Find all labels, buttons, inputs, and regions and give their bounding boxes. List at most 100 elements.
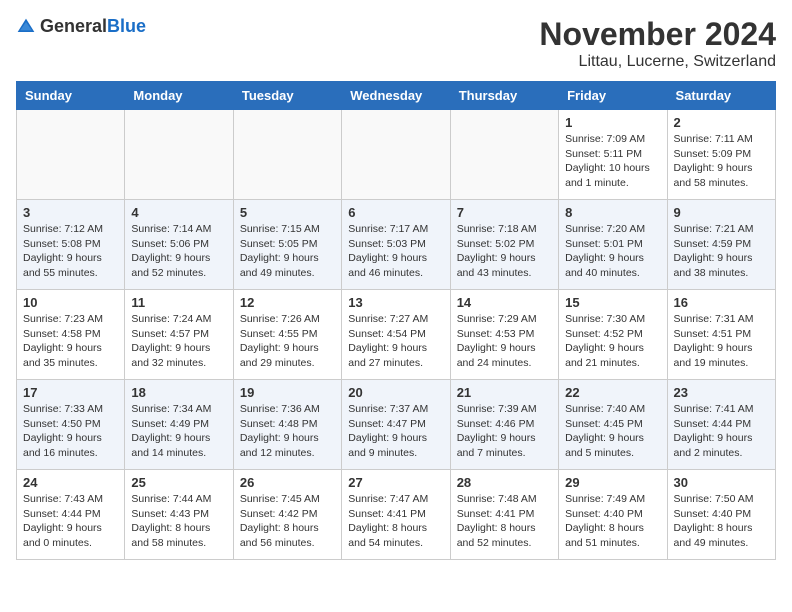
day-info: Sunrise: 7:11 AM Sunset: 5:09 PM Dayligh… [674,132,769,191]
table-row: 22Sunrise: 7:40 AM Sunset: 4:45 PM Dayli… [559,380,667,470]
day-number: 24 [23,475,118,490]
weekday-header-monday: Monday [125,82,233,110]
location-title: Littau, Lucerne, Switzerland [539,53,776,71]
logo-blue: Blue [107,16,146,36]
day-number: 2 [674,115,769,130]
day-number: 9 [674,205,769,220]
day-number: 25 [131,475,226,490]
table-row: 10 Sunrise: 7:23 AM Sunset: 4:58 PM Dayli… [17,290,125,380]
calendar-week-row: 17Sunrise: 7:33 AM Sunset: 4:50 PM Dayli… [17,380,776,470]
day-info: Sunrise: 7:45 AM Sunset: 4:42 PM Dayligh… [240,492,335,551]
calendar-week-row: 10 Sunrise: 7:23 AM Sunset: 4:58 PM Dayli… [17,290,776,380]
day-number: 17 [23,385,118,400]
day-number: 12 [240,295,335,310]
calendar-week-row: 3Sunrise: 7:12 AM Sunset: 5:08 PM Daylig… [17,200,776,290]
day-number: 7 [457,205,552,220]
calendar-week-row: 24 Sunrise: 7:43 AM Sunset: 4:44 PM Dayli… [17,470,776,560]
day-number: 27 [348,475,443,490]
table-row: 14 Sunrise: 7:29 AM Sunset: 4:53 PM Dayli… [450,290,558,380]
table-row [450,110,558,200]
day-number: 14 [457,295,552,310]
table-row: 13Sunrise: 7:27 AM Sunset: 4:54 PM Dayli… [342,290,450,380]
table-row: 30Sunrise: 7:50 AM Sunset: 4:40 PM Dayli… [667,470,775,560]
day-number: 29 [565,475,660,490]
table-row [17,110,125,200]
table-row: 17Sunrise: 7:33 AM Sunset: 4:50 PM Dayli… [17,380,125,470]
day-number: 3 [23,205,118,220]
day-info: Sunrise: 7:23 AM Sunset: 4:58 PM Dayligh… [23,312,118,371]
weekday-header-thursday: Thursday [450,82,558,110]
day-info: Sunrise: 7:34 AM Sunset: 4:49 PM Dayligh… [131,402,226,461]
weekday-header-friday: Friday [559,82,667,110]
title-area: November 2024 Littau, Lucerne, Switzerla… [539,16,776,71]
logo-general: General [40,16,107,36]
day-number: 21 [457,385,552,400]
table-row [233,110,341,200]
calendar: SundayMondayTuesdayWednesdayThursdayFrid… [16,81,776,560]
day-info: Sunrise: 7:41 AM Sunset: 4:44 PM Dayligh… [674,402,769,461]
weekday-header-wednesday: Wednesday [342,82,450,110]
day-number: 1 [565,115,660,130]
table-row: 1 Sunrise: 7:09 AM Sunset: 5:11 PM Daylig… [559,110,667,200]
table-row: 2 Sunrise: 7:11 AM Sunset: 5:09 PM Daylig… [667,110,775,200]
day-number: 28 [457,475,552,490]
month-title: November 2024 [539,16,776,53]
table-row [125,110,233,200]
table-row: 20Sunrise: 7:37 AM Sunset: 4:47 PM Dayli… [342,380,450,470]
day-number: 26 [240,475,335,490]
day-info: Sunrise: 7:36 AM Sunset: 4:48 PM Dayligh… [240,402,335,461]
day-number: 15 [565,295,660,310]
logo: GeneralBlue [16,16,146,37]
day-info: Sunrise: 7:14 AM Sunset: 5:06 PM Dayligh… [131,222,226,281]
table-row: 28Sunrise: 7:48 AM Sunset: 4:41 PM Dayli… [450,470,558,560]
day-info: Sunrise: 7:43 AM Sunset: 4:44 PM Dayligh… [23,492,118,551]
weekday-header-sunday: Sunday [17,82,125,110]
day-number: 18 [131,385,226,400]
table-row [342,110,450,200]
table-row: 8Sunrise: 7:20 AM Sunset: 5:01 PM Daylig… [559,200,667,290]
table-row: 23 Sunrise: 7:41 AM Sunset: 4:44 PM Dayli… [667,380,775,470]
day-number: 6 [348,205,443,220]
weekday-header-saturday: Saturday [667,82,775,110]
day-info: Sunrise: 7:24 AM Sunset: 4:57 PM Dayligh… [131,312,226,371]
table-row: 3Sunrise: 7:12 AM Sunset: 5:08 PM Daylig… [17,200,125,290]
day-info: Sunrise: 7:49 AM Sunset: 4:40 PM Dayligh… [565,492,660,551]
day-info: Sunrise: 7:17 AM Sunset: 5:03 PM Dayligh… [348,222,443,281]
table-row: 19Sunrise: 7:36 AM Sunset: 4:48 PM Dayli… [233,380,341,470]
calendar-week-row: 1 Sunrise: 7:09 AM Sunset: 5:11 PM Daylig… [17,110,776,200]
day-number: 30 [674,475,769,490]
table-row: 15 Sunrise: 7:30 AM Sunset: 4:52 PM Dayli… [559,290,667,380]
table-row: 7 Sunrise: 7:18 AM Sunset: 5:02 PM Daylig… [450,200,558,290]
table-row: 16 Sunrise: 7:31 AM Sunset: 4:51 PM Dayli… [667,290,775,380]
table-row: 21 Sunrise: 7:39 AM Sunset: 4:46 PM Dayli… [450,380,558,470]
day-number: 5 [240,205,335,220]
table-row: 18 Sunrise: 7:34 AM Sunset: 4:49 PM Dayli… [125,380,233,470]
day-info: Sunrise: 7:31 AM Sunset: 4:51 PM Dayligh… [674,312,769,371]
day-info: Sunrise: 7:15 AM Sunset: 5:05 PM Dayligh… [240,222,335,281]
day-info: Sunrise: 7:44 AM Sunset: 4:43 PM Dayligh… [131,492,226,551]
day-info: Sunrise: 7:18 AM Sunset: 5:02 PM Dayligh… [457,222,552,281]
day-number: 16 [674,295,769,310]
day-info: Sunrise: 7:40 AM Sunset: 4:45 PM Dayligh… [565,402,660,461]
day-info: Sunrise: 7:09 AM Sunset: 5:11 PM Dayligh… [565,132,660,191]
day-number: 10 [23,295,118,310]
table-row: 26 Sunrise: 7:45 AM Sunset: 4:42 PM Dayli… [233,470,341,560]
table-row: 27 Sunrise: 7:47 AM Sunset: 4:41 PM Dayli… [342,470,450,560]
day-number: 13 [348,295,443,310]
day-info: Sunrise: 7:20 AM Sunset: 5:01 PM Dayligh… [565,222,660,281]
table-row: 5 Sunrise: 7:15 AM Sunset: 5:05 PM Daylig… [233,200,341,290]
day-number: 11 [131,295,226,310]
table-row: 11 Sunrise: 7:24 AM Sunset: 4:57 PM Dayli… [125,290,233,380]
weekday-header-tuesday: Tuesday [233,82,341,110]
header: GeneralBlue November 2024 Littau, Lucern… [16,16,776,71]
weekday-header-row: SundayMondayTuesdayWednesdayThursdayFrid… [17,82,776,110]
day-info: Sunrise: 7:30 AM Sunset: 4:52 PM Dayligh… [565,312,660,371]
day-number: 4 [131,205,226,220]
table-row: 6 Sunrise: 7:17 AM Sunset: 5:03 PM Daylig… [342,200,450,290]
table-row: 9Sunrise: 7:21 AM Sunset: 4:59 PM Daylig… [667,200,775,290]
day-info: Sunrise: 7:29 AM Sunset: 4:53 PM Dayligh… [457,312,552,371]
day-number: 23 [674,385,769,400]
day-info: Sunrise: 7:39 AM Sunset: 4:46 PM Dayligh… [457,402,552,461]
day-info: Sunrise: 7:37 AM Sunset: 4:47 PM Dayligh… [348,402,443,461]
day-info: Sunrise: 7:47 AM Sunset: 4:41 PM Dayligh… [348,492,443,551]
